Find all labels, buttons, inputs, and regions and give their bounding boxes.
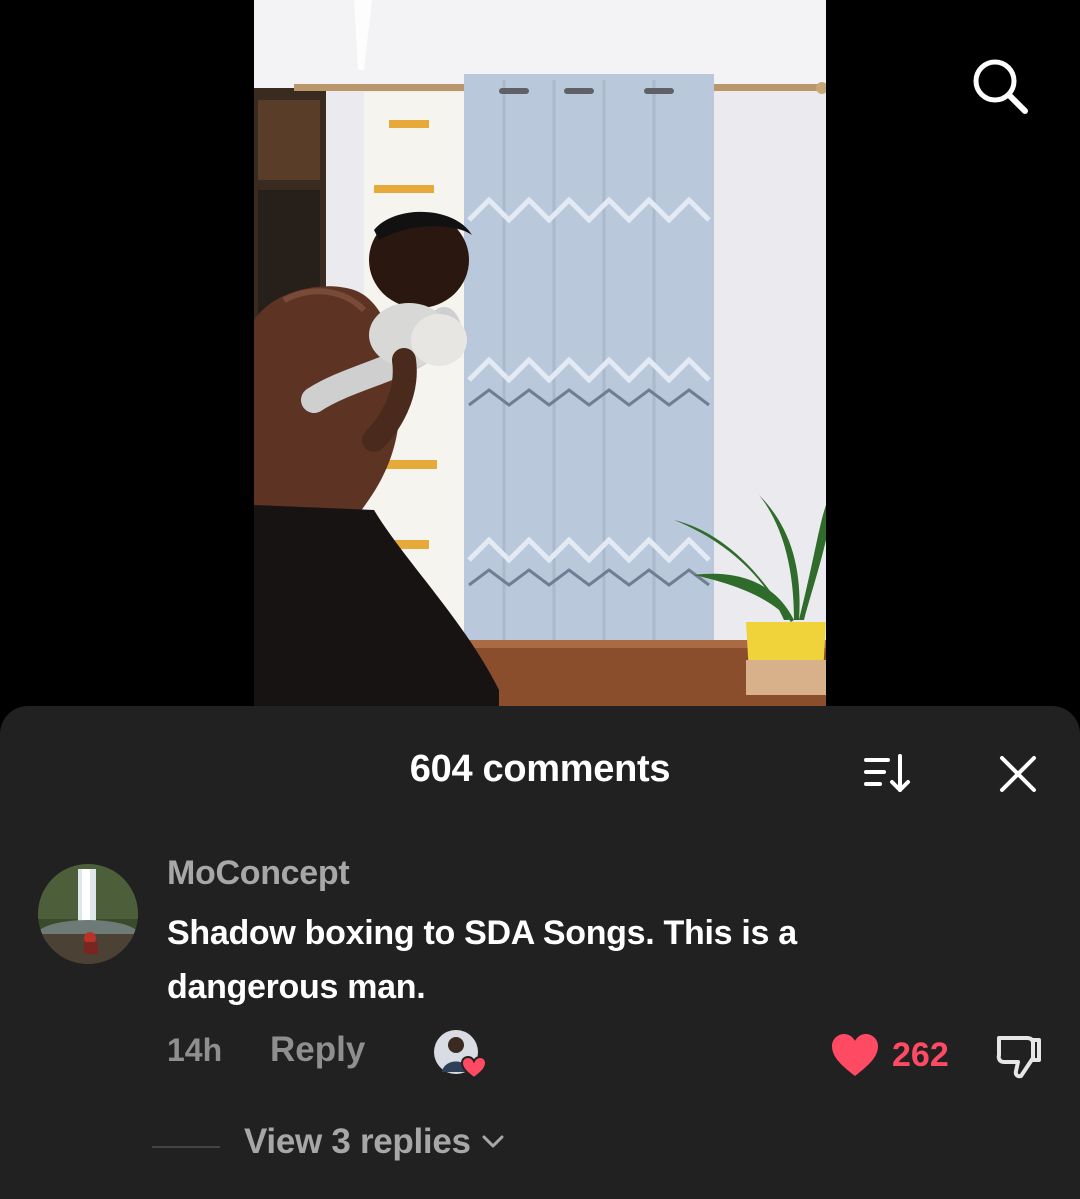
comment-text: Shadow boxing to SDA Songs. This is a da…	[167, 914, 797, 1006]
avatar-image	[38, 864, 138, 964]
creator-heart-icon	[434, 1030, 488, 1080]
dislike-button[interactable]	[993, 1030, 1045, 1082]
heart-filled-icon	[832, 1034, 878, 1076]
comment-timestamp: 14h	[167, 1032, 223, 1068]
comments-sheet: 604 comments MoConcept Shadow boxing to …	[0, 706, 1080, 1199]
like-count: 262	[892, 1035, 949, 1074]
search-icon	[973, 59, 1028, 114]
view-replies-label: View 3 replies	[244, 1122, 471, 1161]
reply-button[interactable]: Reply	[270, 1030, 365, 1070]
view-replies-button[interactable]: View 3 replies	[244, 1122, 505, 1162]
comment-item: MoConcept Shadow boxing to SDA Songs. Th…	[0, 706, 1080, 1199]
screen: 604 comments MoConcept Shadow boxing to …	[0, 0, 1080, 1199]
thumbs-down-icon	[996, 1036, 1041, 1079]
video-player[interactable]	[254, 0, 826, 710]
chevron-down-icon	[482, 1135, 504, 1148]
video-frame	[254, 0, 826, 710]
creator-heart-badge	[432, 1028, 490, 1080]
search-button[interactable]	[962, 48, 1038, 124]
replies-divider	[152, 1146, 220, 1148]
avatar[interactable]	[38, 864, 138, 964]
like-button[interactable]: 262	[830, 1028, 949, 1082]
comment-username[interactable]: MoConcept	[167, 854, 350, 893]
